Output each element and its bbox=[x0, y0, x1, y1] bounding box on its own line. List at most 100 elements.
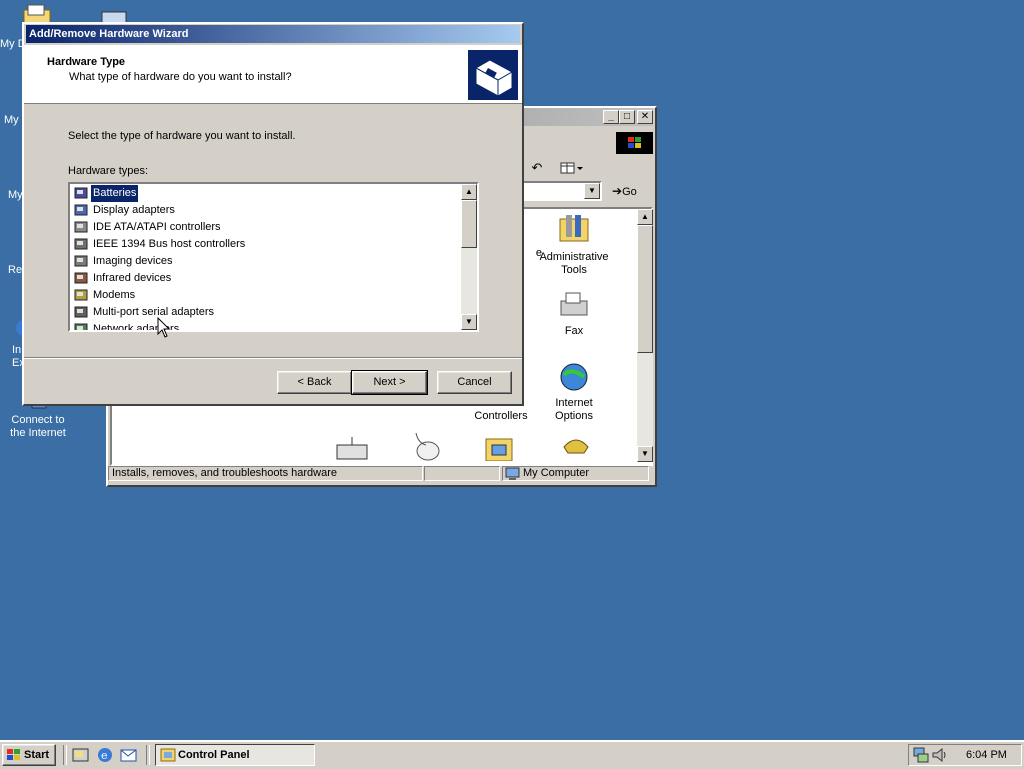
network-connections-icon[interactable] bbox=[484, 435, 516, 461]
outlook-express-icon[interactable] bbox=[120, 747, 138, 763]
start-button[interactable]: Start bbox=[2, 744, 56, 766]
hardware-type-label: Multi-port serial adapters bbox=[93, 306, 215, 318]
modem-icon bbox=[74, 289, 88, 301]
desktop-icon-label[interactable]: My bbox=[4, 114, 19, 127]
listbox-scrollbar[interactable]: ▲ ▼ bbox=[461, 184, 477, 330]
status-empty-panel bbox=[424, 466, 500, 481]
scroll-down-button[interactable]: ▼ bbox=[637, 446, 653, 462]
hardware-type-label: Infrared devices bbox=[93, 272, 172, 284]
maximize-button[interactable]: □ bbox=[619, 110, 635, 124]
taskbar-divider bbox=[146, 745, 150, 765]
scroll-thumb[interactable] bbox=[637, 225, 653, 353]
hardware-type-label: IEEE 1394 Bus host controllers bbox=[93, 238, 246, 250]
hardware-type-item[interactable]: Display adapters bbox=[72, 202, 457, 219]
cp-item-label[interactable]: Controllers bbox=[456, 410, 546, 423]
taskbar: Start e Control Panel 6:04 PM bbox=[0, 740, 1024, 769]
wizard-titlebar[interactable]: Add/Remove Hardware Wizard bbox=[26, 25, 520, 43]
hardware-type-label: Imaging devices bbox=[93, 255, 173, 267]
cp-item-label: Administrative bbox=[539, 251, 609, 263]
volume-icon[interactable] bbox=[931, 747, 947, 763]
wizard-separator bbox=[24, 357, 522, 359]
desktop-icon-label: Connect to bbox=[11, 414, 65, 426]
status-zone-text: My Computer bbox=[523, 467, 590, 479]
undo-button[interactable]: ↶ bbox=[526, 158, 548, 178]
my-computer-icon bbox=[505, 467, 520, 480]
desktop-icon-label[interactable]: Re bbox=[8, 264, 22, 277]
hardware-wizard-dialog: Add/Remove Hardware Wizard Hardware Type… bbox=[22, 22, 524, 406]
start-label: Start bbox=[24, 749, 50, 761]
desktop-icon-internet-explorer[interactable]: In Ex bbox=[4, 318, 25, 369]
network-adapter-icon bbox=[74, 323, 88, 330]
phone-modem-icon[interactable] bbox=[560, 433, 592, 461]
hardware-type-label: Modems bbox=[93, 289, 136, 301]
mouse-cursor-icon bbox=[157, 317, 171, 338]
mouse-icon[interactable] bbox=[410, 431, 442, 461]
internet-options-icon bbox=[560, 363, 588, 391]
hardware-types-label: Hardware types: bbox=[68, 165, 149, 177]
hardware-type-item[interactable]: Imaging devices bbox=[72, 253, 457, 270]
scroll-thumb[interactable] bbox=[461, 200, 477, 248]
status-bar: Installs, removes, and troubleshoots har… bbox=[108, 466, 651, 483]
views-icon bbox=[560, 162, 583, 174]
hardware-type-label: Display adapters bbox=[93, 204, 175, 216]
clock[interactable]: 6:04 PM bbox=[966, 745, 1007, 765]
taskbar-divider bbox=[63, 745, 67, 765]
control-panel-icon bbox=[160, 748, 176, 762]
infrared-icon bbox=[74, 272, 88, 284]
desktop-icon-label[interactable]: My bbox=[8, 189, 23, 202]
task-button-control-panel[interactable]: Control Panel bbox=[155, 744, 315, 766]
hardware-type-label: IDE ATA/ATAPI controllers bbox=[93, 221, 221, 233]
control-panel-scrollbar[interactable]: ▲ ▼ bbox=[637, 209, 653, 462]
go-button[interactable]: ➔Go bbox=[612, 182, 648, 200]
battery-icon bbox=[74, 187, 88, 199]
show-desktop-icon[interactable] bbox=[72, 747, 90, 763]
scroll-up-button[interactable]: ▲ bbox=[637, 209, 653, 225]
hardware-type-item[interactable]: Batteries bbox=[72, 184, 457, 203]
wizard-header-title: Hardware Type bbox=[47, 56, 126, 68]
wizard-instruction: Select the type of hardware you want to … bbox=[68, 130, 296, 142]
status-zone-panel: My Computer bbox=[502, 466, 649, 481]
hardware-type-item[interactable]: Multi-port serial adapters bbox=[72, 304, 457, 321]
go-arrow-icon: ➔ bbox=[612, 184, 623, 198]
back-button[interactable]: < Back bbox=[277, 371, 352, 394]
ide-controller-icon bbox=[74, 221, 88, 233]
administrative-tools-icon bbox=[559, 215, 589, 242]
hardware-type-item[interactable]: Modems bbox=[72, 287, 457, 304]
windows-logo-icon bbox=[616, 132, 653, 154]
address-dropdown-button[interactable]: ▼ bbox=[584, 183, 600, 199]
task-button-label: Control Panel bbox=[178, 749, 250, 761]
minimize-button[interactable]: _ bbox=[603, 110, 619, 124]
display-adapter-icon bbox=[74, 204, 88, 216]
hardware-type-label: Batteries bbox=[89, 184, 140, 203]
wizard-header-subtitle: What type of hardware do you want to ins… bbox=[69, 71, 292, 83]
imaging-device-icon bbox=[74, 255, 88, 267]
scroll-up-button[interactable]: ▲ bbox=[461, 184, 477, 200]
hardware-wizard-icon bbox=[468, 50, 518, 100]
hardware-type-item[interactable]: IEEE 1394 Bus host controllers bbox=[72, 236, 457, 253]
next-button[interactable]: Next > bbox=[351, 370, 428, 395]
serial-adapter-icon bbox=[74, 306, 88, 318]
address-combo[interactable]: ▼ bbox=[522, 181, 602, 201]
hardware-type-item[interactable]: IDE ATA/ATAPI controllers bbox=[72, 219, 457, 236]
close-button[interactable]: ✕ bbox=[637, 110, 653, 124]
scroll-down-button[interactable]: ▼ bbox=[461, 314, 477, 330]
status-text-panel: Installs, removes, and troubleshoots har… bbox=[108, 466, 423, 481]
desktop-icon-label: In bbox=[12, 344, 22, 356]
hardware-types-listbox[interactable]: Batteries Display adapters IDE ATA/ATAPI c… bbox=[68, 182, 479, 332]
desktop-icon-label: the Internet bbox=[10, 427, 66, 439]
hardware-type-item[interactable]: Infrared devices bbox=[72, 270, 457, 287]
hardware-type-item[interactable]: Network adapters bbox=[72, 321, 457, 330]
ieee1394-icon bbox=[74, 238, 88, 250]
keyboard-icon[interactable] bbox=[336, 435, 368, 461]
cancel-button[interactable]: Cancel bbox=[437, 371, 512, 394]
system-tray: 6:04 PM bbox=[908, 744, 1022, 766]
cp-item-label: Internet bbox=[555, 397, 593, 409]
wizard-header: Hardware Type What type of hardware do y… bbox=[24, 45, 522, 104]
cp-item-label: Fax bbox=[564, 325, 584, 337]
status-text: Installs, removes, and troubleshoots har… bbox=[112, 467, 338, 479]
views-button[interactable] bbox=[558, 158, 586, 178]
svg-text:e: e bbox=[101, 749, 108, 762]
internet-explorer-icon[interactable]: e bbox=[96, 747, 114, 763]
network-tray-icon[interactable] bbox=[913, 747, 929, 763]
cp-item-fax[interactable]: Fax bbox=[520, 289, 628, 339]
